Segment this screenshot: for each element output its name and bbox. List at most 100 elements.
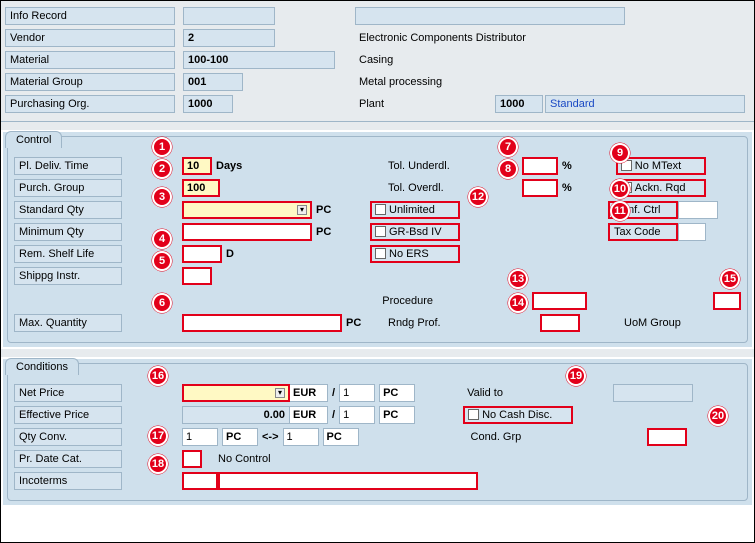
eff-price-unit: PC (379, 406, 415, 424)
cond-grp-input[interactable] (647, 428, 687, 446)
shelf-life-unit: D (222, 246, 252, 262)
max-qty-label: Max. Quantity (14, 314, 122, 332)
marker-16: 16 (148, 366, 168, 386)
pr-date-cat-label: Pr. Date Cat. (14, 450, 122, 468)
porg-label: Purchasing Org. (5, 95, 175, 113)
std-qty-label: Standard Qty (14, 201, 122, 219)
deliv-time-label: Pl. Deliv. Time (14, 157, 122, 175)
rndg-prof-label: Rndg Prof. (384, 314, 480, 332)
std-qty-input[interactable]: ▾ (182, 201, 312, 219)
slash-1: / (328, 385, 339, 401)
purch-group-input[interactable]: 100 (182, 179, 220, 197)
std-qty-unit: PC (312, 202, 342, 218)
net-price-input[interactable]: ▾ (182, 384, 290, 402)
info-record-label: Info Record (5, 7, 175, 25)
matgroup-desc: Metal processing (355, 74, 446, 90)
marker-17: 17 (148, 426, 168, 446)
no-cash-disc-checkbox[interactable]: No Cash Disc. (463, 406, 573, 424)
marker-20: 20 (708, 406, 728, 426)
ship-instr-label: Shippg Instr. (14, 267, 122, 285)
marker-10: 10 (610, 179, 630, 199)
ship-instr-input[interactable] (182, 267, 212, 285)
qty-conv-v1[interactable]: 1 (182, 428, 218, 446)
valid-to-label: Valid to (463, 384, 523, 402)
deliv-time-input[interactable]: 10 (182, 157, 212, 175)
shelf-life-input[interactable] (182, 245, 222, 263)
shelf-life-label: Rem. Shelf Life (14, 245, 122, 263)
marker-7: 7 (498, 137, 518, 157)
min-qty-unit: PC (312, 224, 342, 240)
marker-18: 18 (148, 454, 168, 474)
incoterms-input-2[interactable] (218, 472, 478, 490)
marker-12: 12 (468, 187, 488, 207)
info-record-value (183, 7, 275, 25)
f4-help-icon[interactable]: ▾ (297, 205, 307, 215)
marker-5: 5 (152, 251, 172, 271)
slash-2: / (328, 407, 339, 423)
percent-sign-1: % (558, 158, 576, 174)
marker-15: 15 (720, 269, 740, 289)
purch-group-label: Purch. Group (14, 179, 122, 197)
tax-code-label: Tax Code (608, 223, 678, 241)
marker-19: 19 (566, 366, 586, 386)
eff-price-curr: EUR (290, 406, 328, 424)
procedure-input[interactable] (532, 292, 587, 310)
header-block: Info Record Vendor 2 Electronic Componen… (1, 1, 754, 122)
plant-label: Plant (355, 96, 495, 112)
control-section: Control Pl. Deliv. Time 10 Days Tol. Und… (3, 132, 752, 347)
qty-conv-u1: PC (222, 428, 258, 446)
material-value: 100-100 (183, 51, 335, 69)
f4-help-icon[interactable]: ▾ (275, 388, 285, 398)
percent-sign-2: % (558, 180, 576, 196)
qty-conv-label: Qty Conv. (14, 428, 122, 446)
marker-3: 3 (152, 187, 172, 207)
min-qty-label: Minimum Qty (14, 223, 122, 241)
marker-6: 6 (152, 293, 172, 313)
eff-price-label: Effective Price (14, 406, 122, 424)
marker-2: 2 (152, 159, 172, 179)
tol-under-input[interactable] (522, 157, 558, 175)
eff-price-per: 1 (339, 406, 375, 424)
pr-date-cat-input[interactable] (182, 450, 202, 468)
net-price-label: Net Price (14, 384, 122, 402)
rndg-prof-input[interactable] (540, 314, 580, 332)
qty-conv-v2[interactable]: 1 (283, 428, 319, 446)
tax-code-input[interactable] (678, 223, 706, 241)
no-mtext-checkbox[interactable]: No MText (616, 157, 706, 175)
unlimited-checkbox[interactable]: Unlimited (370, 201, 460, 219)
tol-under-label: Tol. Underdl. (384, 157, 480, 175)
vendor-label: Vendor (5, 29, 175, 47)
control-tab: Control (5, 131, 62, 148)
vendor-desc: Electronic Components Distributor (355, 30, 530, 46)
matgroup-label: Material Group (5, 73, 175, 91)
plant-desc-link[interactable]: Standard (545, 95, 745, 113)
conditions-section: Conditions Net Price ▾ EUR / 1 PC Valid … (3, 359, 752, 505)
procedure-label: Procedure (378, 292, 473, 310)
vendor-value: 2 (183, 29, 275, 47)
marker-4: 4 (152, 229, 172, 249)
marker-1: 1 (152, 137, 172, 157)
marker-11: 11 (610, 201, 630, 221)
max-qty-input[interactable] (182, 314, 342, 332)
marker-13: 13 (508, 269, 528, 289)
marker-9: 9 (610, 143, 630, 163)
net-price-unit: PC (379, 384, 415, 402)
net-price-per[interactable]: 1 (339, 384, 375, 402)
cond-grp-label: Cond. Grp (467, 428, 547, 446)
marker-8: 8 (498, 159, 518, 179)
incoterms-label: Incoterms (14, 472, 122, 490)
uom-group-input[interactable] (713, 292, 741, 310)
gr-bsd-iv-checkbox[interactable]: GR-Bsd IV (370, 223, 460, 241)
qty-conv-u2: PC (323, 428, 359, 446)
plant-value: 1000 (495, 95, 543, 113)
conditions-tab: Conditions (5, 358, 79, 375)
matgroup-value: 001 (183, 73, 243, 91)
conf-ctrl-input[interactable] (678, 201, 718, 219)
material-desc: Casing (355, 52, 397, 68)
deliv-time-unit: Days (212, 158, 292, 174)
no-ers-checkbox[interactable]: No ERS (370, 245, 460, 263)
incoterms-input-1[interactable] (182, 472, 218, 490)
max-qty-unit: PC (342, 315, 372, 331)
min-qty-input[interactable] (182, 223, 312, 241)
tol-over-input[interactable] (522, 179, 558, 197)
